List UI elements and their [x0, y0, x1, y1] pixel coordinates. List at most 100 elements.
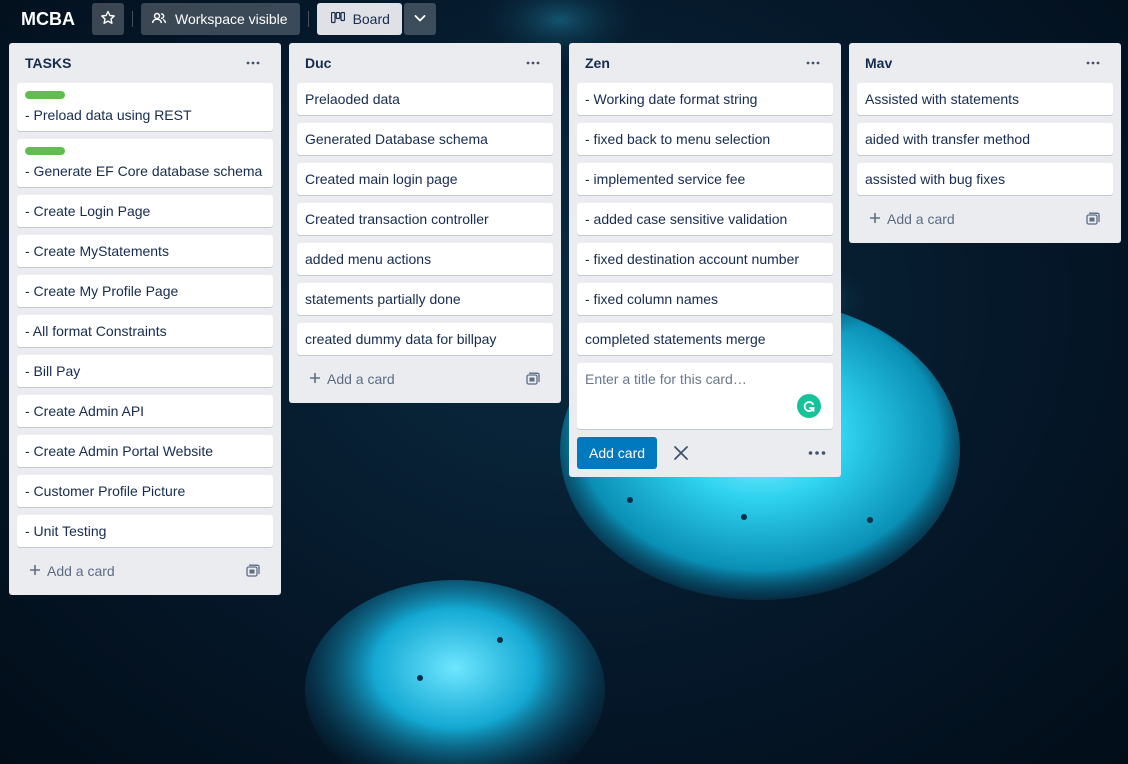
grammarly-icon[interactable]: [797, 394, 821, 418]
card-title: - Create Admin Portal Website: [25, 443, 214, 459]
card-title: statements partially done: [305, 291, 461, 307]
list-header: Duc: [297, 43, 553, 83]
card-title: added menu actions: [305, 251, 432, 267]
card[interactable]: - added case sensitive validation: [577, 203, 833, 235]
star-icon: [100, 10, 116, 29]
list-menu-icon[interactable]: [241, 51, 265, 75]
board-view-button[interactable]: Board: [316, 3, 402, 35]
plus-icon: [309, 371, 321, 387]
card-title-input[interactable]: [585, 369, 805, 409]
list-title[interactable]: Zen: [585, 55, 610, 71]
add-card-row: Add a card: [857, 203, 1113, 235]
card-title: - Bill Pay: [25, 363, 81, 379]
card[interactable]: - Create MyStatements: [17, 235, 273, 267]
card-title: Created transaction controller: [305, 211, 489, 227]
card[interactable]: aided with transfer method: [857, 123, 1113, 155]
card-title: aided with transfer method: [865, 131, 1030, 147]
card[interactable]: - Customer Profile Picture: [17, 475, 273, 507]
card[interactable]: - fixed column names: [577, 283, 833, 315]
card-composer: [577, 363, 833, 429]
card[interactable]: - Create Admin API: [17, 395, 273, 427]
card[interactable]: created dummy data for billpay: [297, 323, 553, 355]
add-card-button[interactable]: Add a card: [309, 371, 395, 387]
card[interactable]: - Unit Testing: [17, 515, 273, 547]
list-header: Mav: [857, 43, 1113, 83]
card-title: - fixed back to menu selection: [585, 131, 771, 147]
card-title: - fixed destination account number: [585, 251, 800, 267]
card[interactable]: Created transaction controller: [297, 203, 553, 235]
chevron-down-icon: [413, 11, 427, 28]
card-template-icon[interactable]: [521, 367, 545, 391]
card-title: completed statements merge: [585, 331, 766, 347]
card[interactable]: - fixed destination account number: [577, 243, 833, 275]
card-title: - Create Login Page: [25, 203, 151, 219]
add-card-button[interactable]: Add a card: [869, 211, 955, 227]
card-title: - Working date format string: [585, 91, 758, 107]
card[interactable]: assisted with bug fixes: [857, 163, 1113, 195]
card[interactable]: - Create Admin Portal Website: [17, 435, 273, 467]
card[interactable]: statements partially done: [297, 283, 553, 315]
list-menu-icon[interactable]: [1081, 51, 1105, 75]
list-zen: Zen - Working date format string - fixed…: [569, 43, 841, 477]
card-template-icon[interactable]: [241, 559, 265, 583]
card-label-green: [25, 147, 65, 155]
card[interactable]: Assisted with statements: [857, 83, 1113, 115]
list-menu-icon[interactable]: [801, 51, 825, 75]
card-title: - Generate EF Core database schema: [25, 163, 263, 179]
card-label-green: [25, 91, 65, 99]
card-title: Generated Database schema: [305, 131, 488, 147]
card[interactable]: completed statements merge: [577, 323, 833, 355]
header-divider: [132, 11, 133, 27]
list-duc: Duc Prelaoded data Generated Database sc…: [289, 43, 561, 403]
card[interactable]: - implemented service fee: [577, 163, 833, 195]
card-title: - implemented service fee: [585, 171, 746, 187]
list-header: Zen: [577, 43, 833, 83]
view-switcher-button[interactable]: [403, 3, 436, 35]
card[interactable]: - Preload data using REST: [17, 83, 273, 131]
close-icon[interactable]: [665, 437, 697, 469]
card-title: created dummy data for billpay: [305, 331, 497, 347]
card[interactable]: - Create My Profile Page: [17, 275, 273, 307]
people-icon: [151, 10, 167, 29]
card-title: - All format Constraints: [25, 323, 167, 339]
card[interactable]: Prelaoded data: [297, 83, 553, 115]
card-title: - Preload data using REST: [25, 107, 192, 123]
workspace-visibility-button[interactable]: Workspace visible: [141, 3, 300, 35]
list-title[interactable]: Mav: [865, 55, 892, 71]
card-template-icon[interactable]: [1081, 207, 1105, 231]
board-header: MCBA Workspace visible Board: [0, 0, 1128, 38]
card[interactable]: Created main login page: [297, 163, 553, 195]
board-view-icon: [330, 11, 345, 27]
card[interactable]: - Generate EF Core database schema: [17, 139, 273, 187]
add-card-row: Add a card: [297, 363, 553, 395]
list-title[interactable]: TASKS: [25, 55, 71, 71]
card-title: Prelaoded data: [305, 91, 400, 107]
card[interactable]: - Bill Pay: [17, 355, 273, 387]
card[interactable]: - fixed back to menu selection: [577, 123, 833, 155]
card[interactable]: - Working date format string: [577, 83, 833, 115]
add-card-label: Add a card: [327, 371, 395, 387]
list-mav: Mav Assisted with statements aided with …: [849, 43, 1121, 243]
add-card-button[interactable]: Add a card: [29, 563, 115, 579]
plus-icon: [869, 211, 881, 227]
card-title: - Create My Profile Page: [25, 283, 179, 299]
card[interactable]: - Create Login Page: [17, 195, 273, 227]
card-title: Created main login page: [305, 171, 458, 187]
card-title: - added case sensitive validation: [585, 211, 788, 227]
header-divider: [307, 11, 309, 27]
list-header: TASKS: [17, 43, 273, 83]
card[interactable]: added menu actions: [297, 243, 553, 275]
card[interactable]: - All format Constraints: [17, 315, 273, 347]
list-title[interactable]: Duc: [305, 55, 331, 71]
add-card-row: Add a card: [17, 555, 273, 587]
board-view-label: Board: [352, 11, 390, 27]
card-title: - Customer Profile Picture: [25, 483, 186, 499]
add-card-submit-button[interactable]: Add card: [577, 437, 658, 469]
board-title[interactable]: MCBA: [12, 3, 84, 35]
card-title: - Create MyStatements: [25, 243, 169, 259]
add-card-label: Add a card: [887, 211, 955, 227]
star-board-button[interactable]: [92, 3, 124, 35]
card[interactable]: Generated Database schema: [297, 123, 553, 155]
more-options-icon[interactable]: [801, 437, 833, 469]
list-menu-icon[interactable]: [521, 51, 545, 75]
